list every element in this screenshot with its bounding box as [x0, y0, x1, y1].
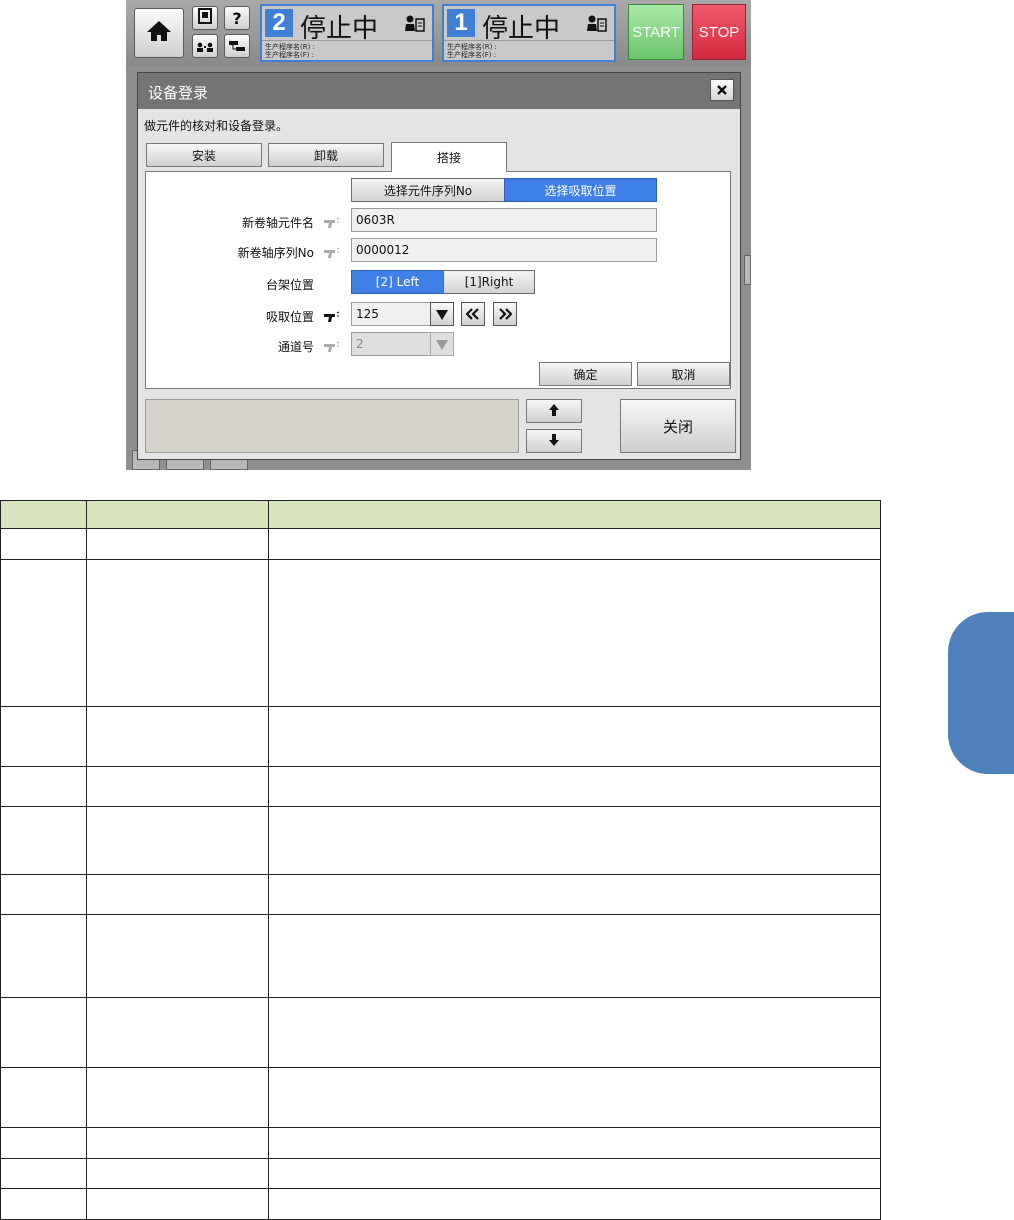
pickup-position-previous-button[interactable] — [461, 302, 485, 326]
operators-button[interactable] — [192, 34, 218, 58]
close-icon — [716, 81, 728, 100]
table-position-label: 台架位置 — [265, 278, 314, 292]
pickup-position-next-button[interactable] — [493, 302, 517, 326]
table-row — [0, 766, 881, 807]
table-row — [0, 806, 881, 875]
start-button[interactable]: START — [628, 4, 684, 60]
close-button[interactable]: 关闭 — [620, 399, 736, 453]
lane-number-badge: 2 — [265, 9, 293, 37]
message-area — [145, 399, 519, 453]
table-row — [0, 874, 881, 915]
production-program-front: 生产程序名(F) : — [265, 51, 315, 59]
table-row — [0, 1067, 881, 1128]
network-button[interactable] — [224, 34, 250, 58]
triangle-down-icon — [436, 305, 448, 324]
production-program-rear: 生产程序名(R) : — [265, 43, 315, 51]
home-button[interactable] — [134, 8, 184, 58]
table-position-right-button[interactable]: [1]Right — [443, 270, 535, 294]
new-reel-part-name-label: 新卷轴元件名 — [241, 216, 314, 230]
table-row — [0, 997, 881, 1068]
tab-unload[interactable]: 卸载 — [268, 143, 384, 167]
triangle-down-icon — [436, 335, 448, 354]
barcode-scanner-icon — [322, 338, 340, 357]
table-row — [0, 914, 881, 998]
tab-splice[interactable]: 搭接 — [391, 142, 507, 172]
device-registration-dialog: 设备登录 做元件的核对和设备登录。 安装 卸载 搭接 选择元件序列No 选择吸取… — [137, 72, 741, 460]
dialog-title-bar: 设备登录 — [138, 73, 740, 109]
help-icon: ? — [232, 8, 242, 28]
table-header-row — [0, 500, 881, 529]
help-button[interactable]: ? — [224, 6, 250, 30]
scroll-up-button[interactable] — [526, 399, 582, 423]
tab-install[interactable]: 安装 — [146, 143, 262, 167]
dialog-title: 设备登录 — [148, 84, 209, 102]
top-bar: ? 2 停止中 生产程序名(R) : 生产程序名(F) : 1 停止中 生产程序… — [126, 0, 751, 66]
double-chevron-right-icon — [498, 305, 513, 324]
barcode-scanner-icon — [322, 214, 340, 233]
lane-number-badge: 1 — [447, 9, 475, 37]
barcode-scanner-icon — [322, 244, 340, 263]
operators-icon — [196, 37, 214, 56]
stop-button[interactable]: STOP — [692, 4, 746, 60]
operator-clipboard-icon — [404, 15, 426, 37]
dialog-description: 做元件的核对和设备登录。 — [144, 119, 289, 133]
table-position-left-button[interactable]: [2] Left — [351, 270, 444, 294]
operator-manual-icon — [198, 8, 212, 28]
table-row — [0, 706, 881, 767]
arrow-up-icon — [549, 403, 559, 419]
background-control — [744, 255, 751, 285]
panel-divider — [262, 40, 432, 41]
table-row — [0, 1188, 881, 1220]
scroll-down-button[interactable] — [526, 429, 582, 453]
lane-number-label: 通道号 — [277, 340, 314, 354]
double-chevron-left-icon — [465, 305, 480, 324]
operator-manual-button[interactable] — [192, 6, 218, 30]
production-program-front: 生产程序名(F) : — [447, 51, 497, 59]
table-row — [0, 528, 881, 560]
pickup-position-label: 吸取位置 — [265, 310, 314, 324]
operator-clipboard-icon — [586, 15, 608, 37]
table-row — [0, 1158, 881, 1189]
select-part-serial-button[interactable]: 选择元件序列No — [351, 178, 505, 202]
table-row — [0, 1127, 881, 1159]
network-icon — [228, 37, 246, 56]
arrow-down-icon — [549, 433, 559, 449]
machine-screen: ? 2 停止中 生产程序名(R) : 生产程序名(F) : 1 停止中 生产程序… — [126, 0, 751, 470]
new-reel-serial-field[interactable]: 0000012 — [351, 238, 657, 262]
pickup-position-select[interactable]: 125 — [351, 302, 431, 326]
chapter-side-tab — [948, 612, 1014, 774]
select-pickup-position-button[interactable]: 选择吸取位置 — [504, 178, 657, 202]
new-reel-serial-label: 新卷轴序列No — [237, 246, 314, 260]
lane-number-dropdown-button — [430, 332, 454, 356]
new-reel-part-name-field[interactable]: 0603R — [351, 208, 657, 232]
table-row — [0, 559, 881, 707]
lane-number-select: 2 — [351, 332, 431, 356]
splice-tab-panel: 选择元件序列No 选择吸取位置 新卷轴元件名 0603R 新卷轴序列No 000… — [145, 171, 731, 389]
home-icon — [146, 19, 172, 47]
lane-2-status-panel[interactable]: 2 停止中 生产程序名(R) : 生产程序名(F) : — [260, 4, 434, 62]
production-program-rear: 生产程序名(R) : — [447, 43, 497, 51]
panel-divider — [444, 40, 614, 41]
pickup-position-dropdown-button[interactable] — [430, 302, 454, 326]
dialog-close-button[interactable] — [710, 79, 734, 101]
barcode-scanner-icon — [322, 308, 340, 327]
lane-1-status-panel[interactable]: 1 停止中 生产程序名(R) : 生产程序名(F) : — [442, 4, 616, 62]
cancel-button[interactable]: 取消 — [637, 362, 730, 386]
description-table — [0, 500, 881, 1220]
ok-button[interactable]: 确定 — [539, 362, 632, 386]
